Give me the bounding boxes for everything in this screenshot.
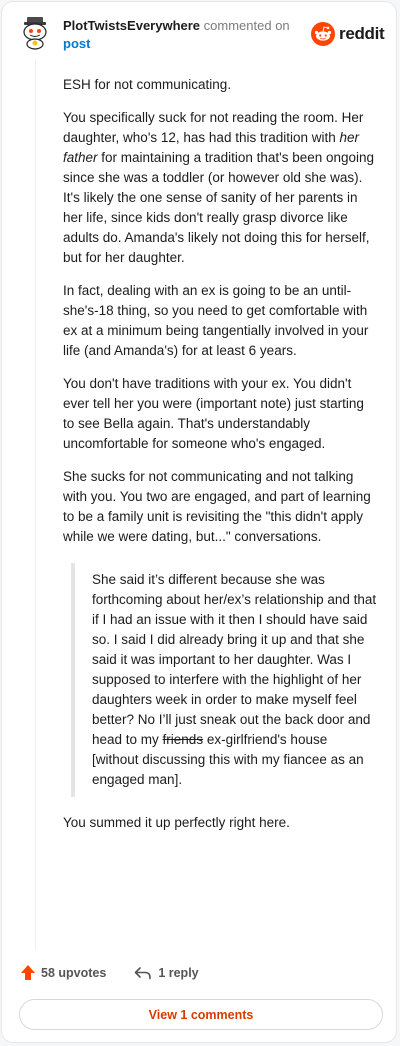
post-link[interactable]: post bbox=[63, 35, 303, 53]
comment-paragraph: You don't have traditions with your ex. … bbox=[63, 376, 364, 451]
reddit-wordmark: reddit bbox=[339, 24, 385, 43]
username-link[interactable]: PlotTwistsEverywhere bbox=[63, 18, 200, 33]
quote-text: She said it’s different because she was … bbox=[92, 570, 377, 790]
reddit-icon bbox=[311, 22, 335, 46]
comment-actions: 58 upvotes 1 reply bbox=[20, 964, 199, 981]
upvote-arrow-icon bbox=[21, 965, 35, 980]
reply-count: 1 reply bbox=[158, 965, 199, 980]
text-span: She said it’s different because she was … bbox=[92, 572, 377, 747]
reddit-logo[interactable]: reddit bbox=[311, 22, 385, 46]
comment-paragraph: She sucks for not communicating and not … bbox=[63, 469, 371, 544]
commented-on-label: commented on bbox=[203, 18, 290, 33]
comment-paragraph: ESH for not communicating. bbox=[63, 77, 232, 92]
snoo-avatar-icon bbox=[23, 17, 47, 50]
comment-paragraph: In fact, dealing with an ex is going to … bbox=[63, 283, 369, 358]
reply-arrow-icon bbox=[135, 966, 152, 979]
comment-body: ESH for not communicating. You specifica… bbox=[63, 75, 377, 846]
comment-header: PlotTwistsEverywhere commented on post bbox=[63, 17, 303, 53]
comment-paragraph: You specifically suck for not reading th… bbox=[63, 108, 377, 268]
text-span: for maintaining a tradition that's been … bbox=[63, 150, 375, 265]
strikethrough-text: friends bbox=[162, 732, 204, 747]
view-comments-button[interactable]: View 1 comments bbox=[19, 999, 383, 1030]
user-avatar[interactable] bbox=[20, 16, 50, 50]
upvote-button[interactable]: 58 upvotes bbox=[20, 964, 106, 981]
reply-button[interactable]: 1 reply bbox=[134, 965, 199, 980]
comment-card: PlotTwistsEverywhere commented on post r… bbox=[1, 1, 397, 1043]
text-span: You specifically suck for not reading th… bbox=[63, 110, 364, 145]
thread-line[interactable] bbox=[35, 60, 36, 950]
blockquote: She said it’s different because she was … bbox=[71, 563, 377, 797]
upvote-count: 58 upvotes bbox=[41, 965, 107, 980]
comment-paragraph: You summed it up perfectly right here. bbox=[63, 815, 290, 830]
